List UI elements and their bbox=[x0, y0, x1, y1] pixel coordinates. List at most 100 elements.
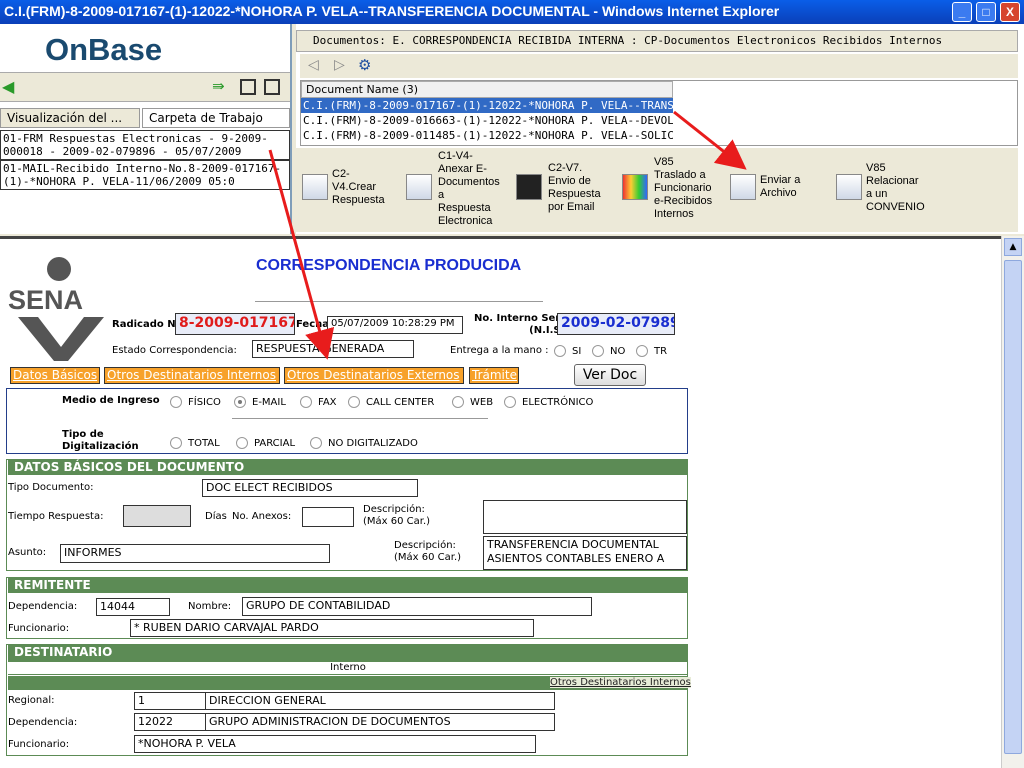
sena-logo: SENA bbox=[8, 257, 104, 361]
radio-tr[interactable] bbox=[636, 345, 648, 357]
medio-electronico[interactable]: ELECTRÓNICO bbox=[504, 396, 593, 408]
tab-otros-externos[interactable]: Otros Destinatarios Externos bbox=[284, 367, 464, 384]
tiempo-label: Tiempo Respuesta: bbox=[8, 511, 104, 522]
split-view-icon[interactable] bbox=[240, 79, 256, 95]
forward-arrows-icon[interactable]: ⇛ bbox=[212, 77, 225, 95]
medio-fisico[interactable]: FÍSICO bbox=[170, 396, 221, 408]
tab-otros-internos[interactable]: Otros Destinatarios Internos bbox=[104, 367, 280, 384]
asunto-field[interactable]: INFORMES bbox=[60, 544, 330, 563]
document-row[interactable]: C.I.(FRM)-8-2009-017167-(1)-12022-*NOHOR… bbox=[301, 98, 673, 113]
documents-toolbar: ◁ ▷ ⚙ bbox=[300, 54, 1018, 78]
list-item[interactable]: 01-FRM Respuestas Electronicas - 9-2009-… bbox=[0, 130, 290, 160]
desc-textarea[interactable] bbox=[483, 500, 687, 534]
interno-subheader: Interno bbox=[8, 661, 688, 675]
forward-icon[interactable]: ▷ bbox=[334, 57, 345, 73]
tipo-dig-label: Tipo de Digitalización bbox=[62, 429, 139, 452]
tab-carpeta-trabajo[interactable]: Carpeta de Trabajo bbox=[142, 108, 290, 128]
send-archive-icon[interactable] bbox=[730, 174, 756, 200]
dest-funcionario-field[interactable]: *NOHORA P. VELA bbox=[134, 735, 536, 753]
maximize-button[interactable]: □ bbox=[976, 2, 996, 22]
form-title: CORRESPONDENCIA PRODUCIDA bbox=[256, 257, 522, 274]
medio-label: Medio de Ingreso bbox=[62, 395, 160, 406]
action-crear-respuesta[interactable]: C2- V4.Crear Respuesta bbox=[332, 168, 385, 207]
anexos-label: No. Anexos: bbox=[232, 511, 292, 522]
fecha-label: Fecha bbox=[296, 319, 330, 330]
action-enviar-archivo[interactable]: Enviar a Archivo bbox=[760, 174, 800, 200]
transfer-official-icon[interactable] bbox=[622, 174, 648, 200]
dest-dep-name-field[interactable]: GRUPO ADMINISTRACION DE DOCUMENTOS bbox=[205, 713, 555, 731]
document-list: Document Name (3) C.I.(FRM)-8-2009-01716… bbox=[300, 80, 1018, 146]
settings-gear-icon[interactable]: ⚙ bbox=[358, 56, 371, 74]
funcionario-field[interactable]: * RUBEN DARIO CARVAJAL PARDO bbox=[130, 619, 534, 637]
window-view-icon[interactable] bbox=[264, 79, 280, 95]
agreement-book-icon[interactable] bbox=[836, 174, 862, 200]
action-relacionar-convenio[interactable]: V85 Relacionar a un CONVENIO bbox=[866, 162, 925, 214]
dig-total[interactable]: TOTAL bbox=[170, 437, 220, 449]
radicado-label: Radicado No bbox=[112, 319, 183, 330]
estado-field[interactable]: RESPUESTA GENERADA bbox=[252, 340, 414, 358]
close-button[interactable]: X bbox=[1000, 2, 1020, 22]
dependencia-field[interactable]: 14044 bbox=[96, 598, 170, 616]
work-folder-list: 01-FRM Respuestas Electronicas - 9-2009-… bbox=[0, 130, 290, 234]
interno-field[interactable]: 2009-02-079896 bbox=[557, 313, 675, 335]
nombre-label: Nombre: bbox=[188, 601, 232, 612]
entrega-no[interactable]: NO bbox=[592, 345, 625, 357]
entrega-si[interactable]: SI bbox=[554, 345, 581, 357]
left-panel: OnBase ◀ ⇛ Visualización del ... Carpeta… bbox=[0, 24, 292, 234]
scroll-up-button[interactable]: ▲ bbox=[1004, 238, 1022, 256]
anexos-field[interactable] bbox=[302, 507, 354, 527]
desc-label: Descripción: (Máx 60 Car.) bbox=[363, 504, 431, 527]
medio-web[interactable]: WEB bbox=[452, 396, 493, 408]
tipo-doc-field[interactable]: DOC ELECT RECIBIDOS bbox=[202, 479, 418, 497]
tab-tramite[interactable]: Trámite bbox=[469, 367, 519, 384]
radicado-field[interactable]: 8-2009-017167 bbox=[175, 313, 295, 335]
dest-funcionario-label: Funcionario: bbox=[8, 739, 70, 750]
back-icon[interactable]: ◁ bbox=[308, 57, 319, 73]
dest-dep-code-field[interactable]: 12022 bbox=[134, 713, 206, 731]
regional-code-field[interactable]: 1 bbox=[134, 692, 206, 710]
asunto-label: Asunto: bbox=[8, 547, 47, 558]
entrega-tr[interactable]: TR bbox=[636, 345, 667, 357]
regional-name-field[interactable]: DIRECCION GENERAL bbox=[205, 692, 555, 710]
radio-no[interactable] bbox=[592, 345, 604, 357]
scroll-thumb[interactable] bbox=[1004, 260, 1022, 754]
action-envio-email[interactable]: C2-V7. Envio de Respuesta por Email bbox=[548, 162, 601, 214]
action-anexar-documentos[interactable]: C1-V4- Anexar E- Documentos a Respuesta … bbox=[438, 150, 500, 228]
medio-email[interactable]: E-MAIL bbox=[234, 396, 286, 408]
estado-label: Estado Correspondencia: bbox=[112, 345, 237, 356]
desc2-textarea[interactable]: TRANSFERENCIA DOCUMENTAL ASIENTOS CONTAB… bbox=[483, 536, 687, 570]
tab-visualizacion[interactable]: Visualización del ... bbox=[0, 108, 140, 128]
interno-label: No. Interno Sena (N.I.S): bbox=[474, 313, 570, 336]
medio-fax[interactable]: FAX bbox=[300, 396, 337, 408]
list-item[interactable]: 01-MAIL-Recibido Interno-No.8-2009-01716… bbox=[0, 160, 290, 190]
medio-divider bbox=[232, 418, 488, 419]
desc2-label: Descripción: (Máx 60 Car.) bbox=[394, 540, 462, 563]
funcionario-label: Funcionario: bbox=[8, 623, 70, 634]
create-response-icon[interactable] bbox=[302, 174, 328, 200]
column-header-document-name[interactable]: Document Name (3) bbox=[301, 81, 673, 98]
medio-call-center[interactable]: CALL CENTER bbox=[348, 396, 434, 408]
tiempo-field[interactable] bbox=[123, 505, 191, 527]
email-response-icon[interactable] bbox=[516, 174, 542, 200]
dig-no-digitalizado[interactable]: NO DIGITALIZADO bbox=[310, 437, 418, 449]
otros-destinatarios-link[interactable]: Otros Destinatarios Internos bbox=[550, 677, 691, 688]
action-traslado-funcionario[interactable]: V85 Traslado a Funcionario e-Recibidos I… bbox=[654, 156, 712, 221]
document-row[interactable]: C.I.(FRM)-8-2009-011485-(1)-12022-*NOHOR… bbox=[301, 128, 673, 143]
dias-label: Días bbox=[205, 511, 227, 522]
document-row[interactable]: C.I.(FRM)-8-2009-016663-(1)-12022-*NOHOR… bbox=[301, 113, 673, 128]
documents-header: Documentos: E. CORRESPONDENCIA RECIBIDA … bbox=[296, 30, 1018, 52]
back-arrow-icon[interactable]: ◀ bbox=[2, 77, 14, 96]
radio-si[interactable] bbox=[554, 345, 566, 357]
minimize-button[interactable]: _ bbox=[952, 2, 972, 22]
title-bar: C.I.(FRM)-8-2009-017167-(1)-12022-*NOHOR… bbox=[0, 0, 1024, 24]
dest-dependencia-label: Dependencia: bbox=[8, 717, 78, 728]
vertical-scrollbar[interactable]: ▲ bbox=[1001, 236, 1024, 768]
destinatario-header: DESTINATARIO bbox=[8, 645, 688, 661]
nombre-field[interactable]: GRUPO DE CONTABILIDAD bbox=[242, 597, 592, 616]
dig-parcial[interactable]: PARCIAL bbox=[236, 437, 295, 449]
tab-datos-basicos[interactable]: Datos Básicos bbox=[10, 367, 100, 384]
entrega-label: Entrega a la mano : bbox=[450, 345, 549, 356]
ver-doc-button[interactable]: Ver Doc bbox=[574, 364, 646, 386]
attach-documents-icon[interactable] bbox=[406, 174, 432, 200]
fecha-field[interactable]: 05/07/2009 10:28:29 PM bbox=[327, 316, 463, 334]
